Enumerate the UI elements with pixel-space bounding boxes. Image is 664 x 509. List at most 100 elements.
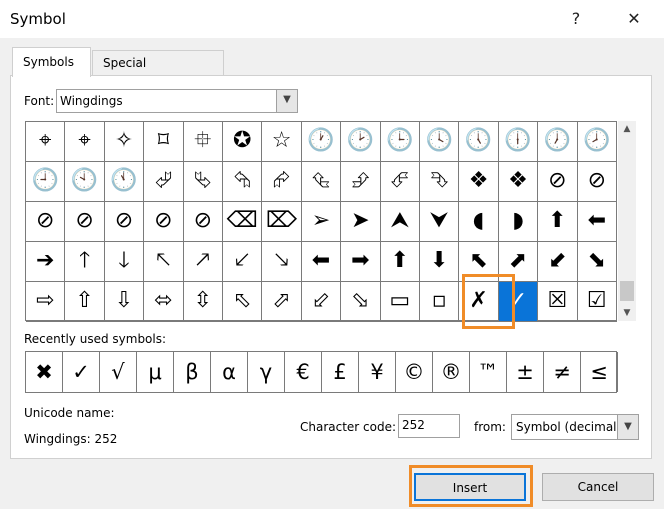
symbol-cell[interactable]: ❖ (459, 162, 499, 202)
symbol-cell[interactable]: 🕖 (538, 122, 578, 162)
recent-symbol[interactable]: ® (433, 352, 470, 392)
symbol-cell[interactable]: ⯐ (183, 122, 223, 162)
symbol-cell[interactable]: 🡕 (183, 242, 223, 282)
recent-symbol[interactable]: α (211, 352, 248, 392)
recent-symbol[interactable]: £ (322, 352, 359, 392)
close-icon[interactable]: ✕ (620, 6, 648, 32)
recent-symbol[interactable]: ± (507, 352, 544, 392)
recent-symbol[interactable]: ™ (470, 352, 507, 392)
symbol-cell[interactable]: ⮰ (144, 162, 184, 202)
symbol-cell[interactable]: ⮱ (183, 162, 223, 202)
recent-symbol[interactable]: ✓ (63, 352, 100, 392)
symbol-cell[interactable]: ⬇ (420, 242, 460, 282)
recent-symbol[interactable]: √ (100, 352, 137, 392)
symbol-cell[interactable]: ➤ (341, 202, 381, 242)
symbol-cell[interactable]: 🡗 (223, 242, 263, 282)
cancel-button[interactable]: Cancel (542, 473, 654, 501)
symbol-cell[interactable]: ⬂ (341, 282, 381, 322)
tab-symbols[interactable]: Symbols (12, 47, 91, 77)
symbol-cell[interactable]: ⇧ (65, 282, 105, 322)
symbol-cell[interactable]: ⇳ (183, 282, 223, 322)
scroll-up-icon[interactable]: ▲ (618, 121, 636, 137)
symbol-cell[interactable]: ⌑ (144, 122, 184, 162)
symbol-cell[interactable]: ⮳ (262, 162, 302, 202)
symbol-cell[interactable]: ✪ (223, 122, 263, 162)
chevron-down-icon[interactable]: ▼ (617, 415, 638, 439)
symbol-cell[interactable]: ⊘ (577, 162, 617, 202)
symbol-cell[interactable]: ◗ (498, 202, 539, 242)
symbol-cell[interactable]: 🕘 (26, 162, 66, 202)
symbol-cell[interactable]: ⬊ (577, 242, 617, 282)
symbol-cell[interactable]: ⌖ (26, 122, 66, 162)
symbol-cell[interactable]: 🡖 (262, 242, 302, 282)
symbol-cell[interactable]: ▫ (420, 282, 460, 322)
symbol-cell[interactable]: ⮝ (380, 202, 420, 242)
symbol-cell[interactable]: ➔ (26, 242, 66, 282)
symbol-cell[interactable]: ⌫ (223, 202, 263, 242)
symbol-cell[interactable]: ⬆ (380, 242, 420, 282)
symbol-cell[interactable]: 🡓 (104, 242, 145, 282)
help-button[interactable]: ? (562, 6, 590, 32)
recent-symbol[interactable]: ¥ (359, 352, 396, 392)
symbol-cell[interactable]: ◖ (459, 202, 499, 242)
symbol-cell[interactable]: 🕓 (420, 122, 460, 162)
scroll-down-icon[interactable]: ▼ (618, 305, 636, 321)
recent-symbol[interactable]: © (396, 352, 433, 392)
character-code-input[interactable]: 252 (398, 414, 460, 438)
symbol-cell[interactable]: ▭ (380, 282, 420, 322)
symbol-cell[interactable]: ☒ (538, 282, 578, 322)
recent-symbol[interactable]: ≤ (581, 352, 618, 392)
symbol-cell[interactable]: 🕕 (498, 122, 539, 162)
symbol-cell[interactable]: ✧ (104, 122, 145, 162)
recent-symbol[interactable]: ✖ (26, 352, 63, 392)
symbol-cell[interactable]: ⬅ (301, 242, 342, 282)
symbol-cell[interactable]: ⬋ (538, 242, 578, 282)
symbol-cell[interactable]: ⬄ (144, 282, 184, 322)
symbol-cell[interactable]: ⊘ (65, 202, 105, 242)
symbol-cell[interactable]: ⬃ (301, 282, 342, 322)
symbol-cell[interactable]: ⮶ (380, 162, 420, 202)
symbol-cell[interactable]: 🡑 (65, 242, 105, 282)
symbol-cell[interactable]: ⬅ (577, 202, 617, 242)
symbol-cell[interactable]: ⊘ (26, 202, 66, 242)
tab-special-characters[interactable]: Special Characters (92, 50, 224, 94)
from-dropdown[interactable]: Symbol (decimal) ▼ (511, 414, 639, 440)
symbol-cell[interactable]: ⮷ (420, 162, 460, 202)
symbol-cell[interactable]: ⬆ (538, 202, 578, 242)
symbol-cell[interactable]: 🕙 (65, 162, 105, 202)
symbol-cell[interactable]: ☑ (577, 282, 617, 322)
font-dropdown[interactable]: Wingdings ▼ (56, 89, 298, 113)
recent-symbol[interactable]: μ (137, 352, 174, 392)
symbol-cell[interactable]: ⇨ (26, 282, 66, 322)
symbol-cell[interactable]: ⊘ (104, 202, 145, 242)
symbol-cell[interactable]: 🕑 (341, 122, 381, 162)
symbol-cell[interactable]: 🕔 (459, 122, 499, 162)
grid-scrollbar[interactable]: ▲ ▼ (618, 121, 636, 321)
symbol-cell[interactable]: ⮴ (301, 162, 342, 202)
symbol-cell[interactable]: 🕗 (577, 122, 617, 162)
scroll-thumb[interactable] (620, 281, 634, 301)
symbol-cell[interactable]: ⊘ (144, 202, 184, 242)
symbol-cell[interactable]: 🡔 (144, 242, 184, 282)
symbol-cell[interactable]: ☆ (262, 122, 302, 162)
symbol-cell[interactable]: ⌖ (65, 122, 105, 162)
symbol-cell[interactable]: ⬁ (223, 282, 263, 322)
symbol-cell[interactable]: ⮟ (420, 202, 460, 242)
symbol-cell[interactable]: ⮵ (341, 162, 381, 202)
recent-symbol[interactable]: € (285, 352, 322, 392)
symbol-cell[interactable]: ➢ (301, 202, 342, 242)
symbol-cell[interactable]: ⊘ (538, 162, 578, 202)
symbol-cell[interactable]: 🕐 (301, 122, 342, 162)
chevron-down-icon[interactable]: ▼ (276, 90, 297, 112)
recent-symbol[interactable]: ≠ (544, 352, 581, 392)
symbol-cell[interactable]: ⇩ (104, 282, 145, 322)
symbol-cell[interactable]: ⮲ (223, 162, 263, 202)
symbol-cell[interactable]: ❖ (498, 162, 539, 202)
symbol-cell[interactable]: 🕚 (104, 162, 145, 202)
symbol-cell[interactable]: 🕒 (380, 122, 420, 162)
symbol-cell[interactable]: ➡ (341, 242, 381, 282)
recent-symbol[interactable]: γ (248, 352, 285, 392)
symbol-cell[interactable]: ⬀ (262, 282, 302, 322)
recent-symbol[interactable]: β (174, 352, 211, 392)
symbol-cell[interactable]: ⊘ (183, 202, 223, 242)
